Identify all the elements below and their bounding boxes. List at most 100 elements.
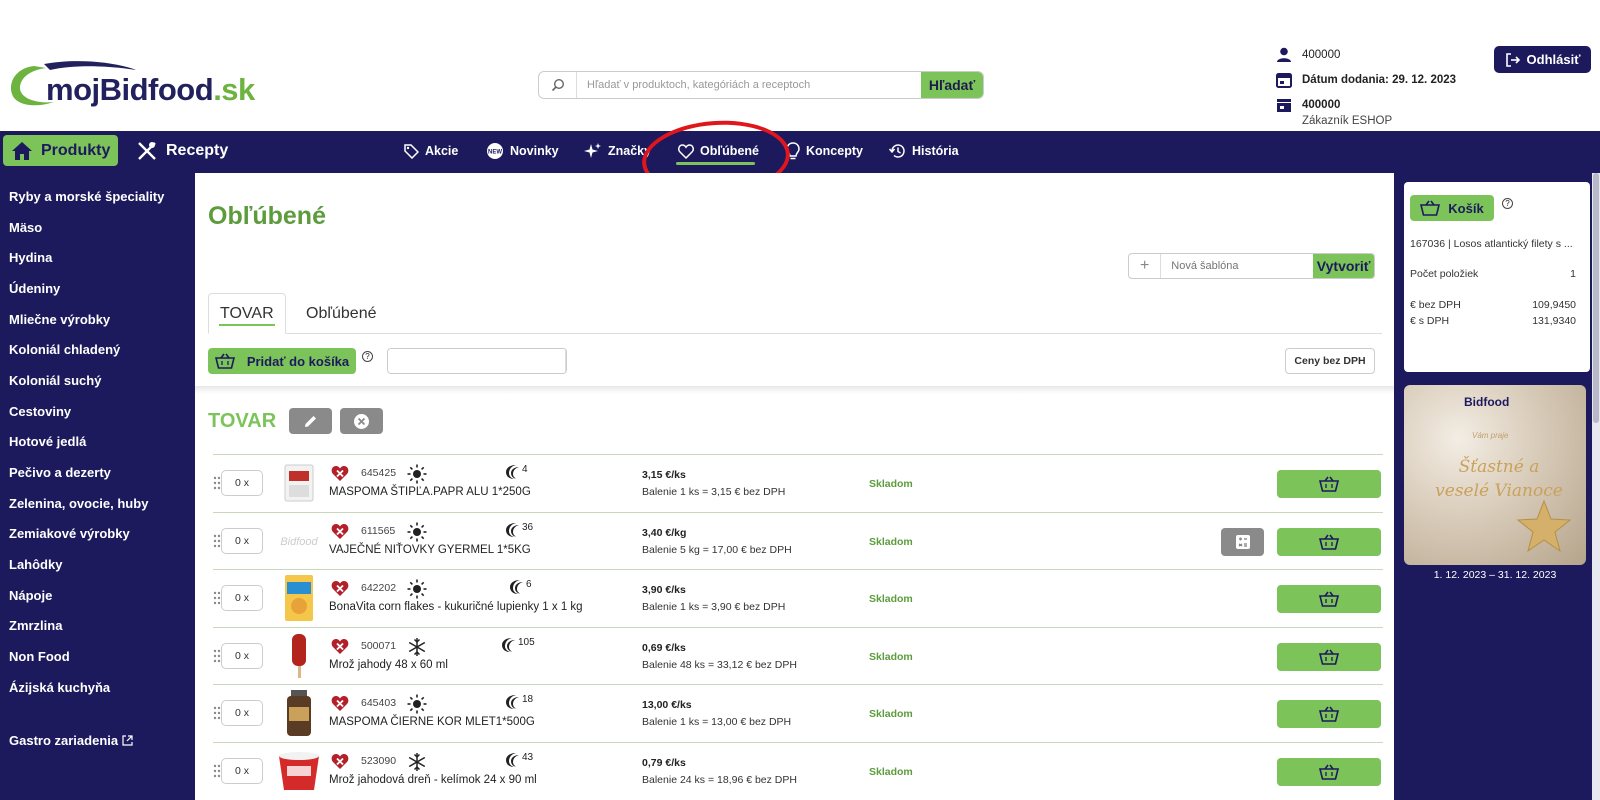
quantity-input[interactable]: 0 x [221,585,263,611]
create-template-button[interactable]: Vytvoriť [1313,254,1374,278]
nav-historia[interactable]: História [889,139,959,163]
product-name[interactable]: Mrož jahodová dreň - kelímok 24 x 90 ml [329,774,537,786]
drag-handle-icon[interactable] [213,649,221,663]
nav-recepty[interactable]: Recepty [136,135,228,166]
drag-handle-icon[interactable] [213,534,221,548]
template-name-input[interactable] [1161,254,1314,278]
bidfood-logo[interactable]: mojBidfood.sk [6,60,255,112]
product-name[interactable]: BonaVita corn flakes - kukuričné lupienk… [329,601,583,613]
product-code: 642202 [361,582,397,594]
edit-list-button[interactable] [289,408,332,434]
product-name[interactable]: Mrož jahody 48 x 60 ml [329,659,448,671]
prices-toggle-button[interactable]: Ceny bez DPH [1285,348,1375,374]
remove-favorite-icon[interactable] [331,695,349,712]
christmas-promo-banner[interactable]: Bidfood Vám praje Šťastné a veselé Viano… [1404,385,1586,565]
calculator-button[interactable] [1221,527,1264,556]
nav-novinky[interactable]: NEW Novinky [486,139,559,163]
quantity-input[interactable]: 0 x [221,470,263,496]
quantity-input[interactable]: 0 x [221,757,263,784]
help-icon[interactable]: ? [1502,198,1513,209]
nav-akcie[interactable]: Akcie [403,139,458,163]
sidebar-item-zmrzlina[interactable]: Zmrzlina [0,611,195,642]
drag-handle-icon[interactable] [213,764,221,778]
moon-icon [506,695,519,709]
sidebar-item-udeniny[interactable]: Údeniny [0,273,195,304]
sidebar-item-mliecne[interactable]: Mliečne výrobky [0,304,195,335]
cart-count-value: 1 [1570,268,1576,280]
remove-favorite-icon[interactable] [331,580,349,597]
help-icon[interactable]: ? [362,351,373,362]
sidebar-item-kolonial-suchy[interactable]: Koloniál suchý [0,365,195,396]
drag-handle-icon[interactable] [213,706,221,720]
sidebar-item-zelenina[interactable]: Zelenina, ovocie, huby [0,488,195,519]
tab-tovar[interactable]: TOVAR [208,293,286,334]
add-to-cart-button[interactable]: Pridať do košíka [208,348,356,374]
sidebar-item-kolonial-chladeny[interactable]: Koloniál chladený [0,334,195,365]
shelf-life-days: 36 [522,521,534,533]
sidebar-item-cestoviny[interactable]: Cestoviny [0,396,195,427]
add-to-cart-button[interactable] [1277,470,1381,498]
external-link-icon [122,734,133,746]
product-name[interactable]: MASPOMA ČIERNE KOR MLET1*500G [329,716,535,728]
drag-handle-icon[interactable] [213,591,221,605]
sidebar-item-ryby[interactable]: Ryby a morské špeciality [0,181,195,212]
search-button[interactable]: Hľadať [921,72,983,98]
cart-item[interactable]: 167036 | Losos atlantický filety s ... [1410,238,1576,250]
plus-icon[interactable]: + [1129,254,1162,278]
filter-input[interactable] [388,349,565,373]
product-name[interactable]: MASPOMA ŠTIPĽA.PAPR ALU 1*250G [329,486,531,498]
shelf-life: 4 [505,464,528,480]
sidebar-item-non-food[interactable]: Non Food [0,641,195,672]
add-to-cart-button[interactable] [1277,642,1381,671]
quantity-input[interactable]: 0 x [221,642,263,669]
shelf-life-days: 6 [526,579,532,590]
product-image[interactable] [275,689,323,737]
sidebar-item-hydina[interactable]: Hydina [0,242,195,273]
sidebar-item-hotove-jedla[interactable]: Hotové jedlá [0,427,195,458]
sidebar-item-azijska[interactable]: Ázijská kuchyňa [0,672,195,703]
search-icon[interactable] [539,72,577,98]
product-image[interactable] [275,632,323,680]
product-image[interactable] [275,747,323,795]
sidebar-item-gastro[interactable]: Gastro zariadenia [0,725,195,756]
product-image[interactable] [275,574,323,622]
sidebar-item-lahodky[interactable]: Lahôdky [0,549,195,580]
remove-favorite-icon[interactable] [331,753,349,770]
store-number[interactable]: 400000 [1302,99,1340,111]
stock-status: Skladom [869,650,913,663]
scrollbar-thumb[interactable] [1593,173,1599,423]
sidebar-item-napoje[interactable]: Nápoje [0,580,195,611]
add-to-cart-button[interactable] [1277,700,1381,728]
drag-handle-icon[interactable] [213,476,221,490]
sidebar-item-zemiakove[interactable]: Zemiakové výrobky [0,519,195,550]
cart-button[interactable]: Košík [1410,195,1494,221]
add-to-cart-button[interactable] [1277,585,1381,613]
tab-oblubene[interactable]: Obľúbené [295,293,388,334]
remove-favorite-icon[interactable] [331,638,349,655]
product-name[interactable]: VAJEČNÉ NIŤOVKY GYERMEL 1*5KG [329,544,531,556]
product-image[interactable]: Bidfood [275,517,323,565]
quantity-input[interactable]: 0 x [221,527,263,554]
nav-produkty[interactable]: Produkty [3,135,118,166]
product-image[interactable] [275,459,323,507]
search-input[interactable] [577,72,921,98]
product-code: 645403 [361,697,397,709]
sidebar-item-pecivo[interactable]: Pečivo a dezerty [0,457,195,488]
add-to-cart-button[interactable] [1277,757,1381,786]
nav-koncepty[interactable]: Koncepty [786,139,863,163]
remove-favorite-icon[interactable] [331,465,349,482]
logout-icon [1505,52,1520,67]
delivery-date[interactable]: Dátum dodania: 29. 12. 2023 [1302,74,1456,86]
shelf-life: 18 [505,694,533,710]
sidebar-item-maso[interactable]: Mäso [0,212,195,243]
logout-button[interactable]: Odhlásiť [1494,46,1591,73]
delete-list-button[interactable] [340,408,383,434]
quantity-input[interactable]: 0 x [221,700,263,726]
page-scrollbar[interactable] [1592,173,1600,800]
search-icon[interactable] [565,349,566,373]
remove-favorite-icon[interactable] [331,523,349,540]
nav-znacky[interactable]: Značky [584,139,651,163]
main-nav: Produkty Recepty Akcie NEW Novinky Značk… [0,131,1600,295]
add-to-cart-button[interactable] [1277,527,1381,556]
nav-recepty-label: Recepty [166,141,229,159]
